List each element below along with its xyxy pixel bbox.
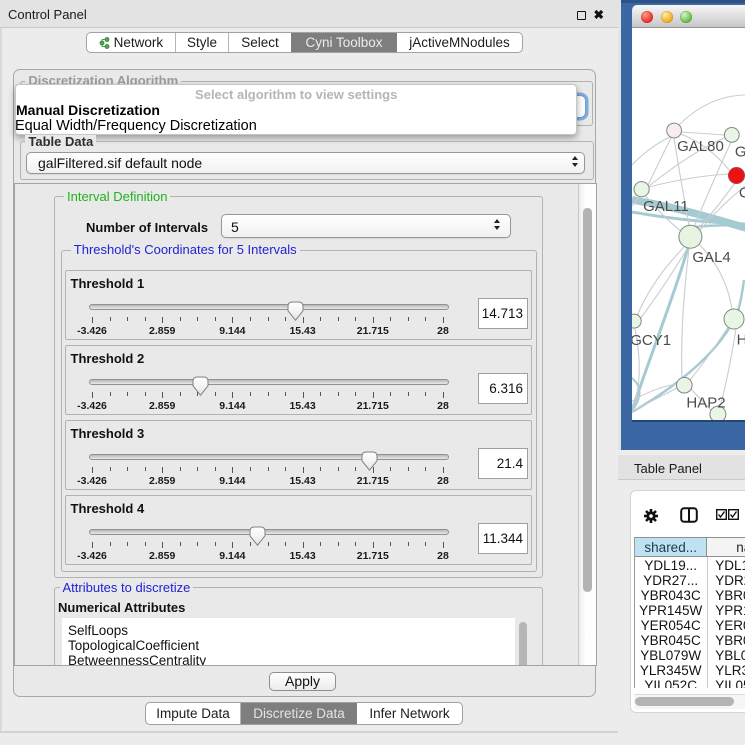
svg-text:HAP2: HAP2 [686, 395, 725, 412]
svg-text:GA: GA [734, 144, 744, 161]
svg-text:C: C [738, 185, 744, 202]
svg-text:GCY1: GCY1 [632, 332, 671, 349]
svg-text:GAL4: GAL4 [692, 249, 730, 266]
svg-text:GAL11: GAL11 [643, 198, 689, 215]
svg-text:H: H [736, 332, 745, 349]
svg-text:GAL80: GAL80 [677, 138, 724, 155]
